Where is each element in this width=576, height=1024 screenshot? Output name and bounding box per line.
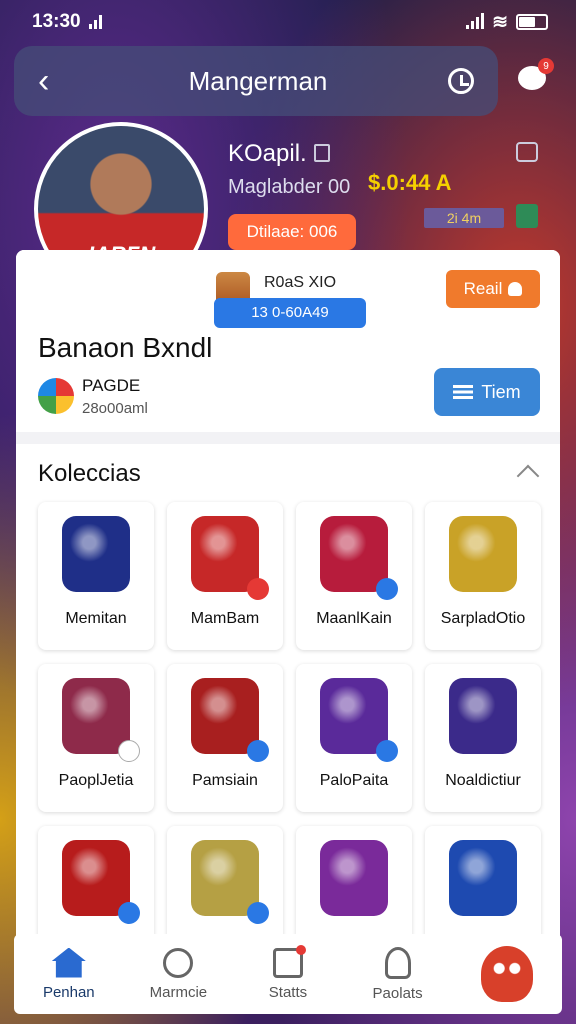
team-logo-icon — [38, 378, 74, 414]
item-label: Memitan — [65, 610, 127, 627]
bottom-nav: Penhan Marmcie Statts Paolats — [14, 934, 562, 1014]
status-time: 13:30 — [32, 11, 81, 32]
nav-label: Penhan — [42, 983, 95, 1001]
item-badge-icon — [118, 740, 140, 762]
collection-item[interactable]: MamBam — [167, 502, 283, 650]
item-label: PaoplJetia — [58, 772, 134, 789]
item-label: SarpladOtio — [440, 610, 526, 627]
cell-signal-icon — [466, 13, 485, 29]
chat-button[interactable]: 9 — [514, 58, 554, 96]
status-pill[interactable]: Dtilaae: 006 — [228, 214, 356, 250]
collection-item[interactable]: Pamsiain — [167, 664, 283, 812]
mini-name: R0aS XIO — [264, 274, 337, 291]
history-icon[interactable] — [448, 68, 474, 94]
nav-item[interactable]: Paolats — [348, 946, 448, 1002]
item-art-icon — [62, 516, 130, 592]
shield-icon[interactable] — [516, 204, 538, 228]
nav-item[interactable]: Statts — [238, 944, 338, 1001]
item-label: PaloPaita — [319, 772, 389, 789]
signal-icon — [88, 15, 102, 29]
collection-item[interactable]: Memitan — [38, 502, 154, 650]
nav-item[interactable]: Marmcie — [128, 947, 228, 1001]
stats-notification-dot — [295, 944, 306, 955]
item-art-icon — [62, 678, 130, 754]
team-button[interactable]: Tiem — [434, 368, 540, 416]
status-bar: 13:30 ≋ — [0, 0, 576, 44]
nav-label: Paolats — [372, 984, 423, 1002]
tag-icon[interactable] — [516, 142, 538, 162]
collection-grid: Memitan MamBam MaanlKain SarpladOtio PaoplJe… — [38, 502, 542, 974]
item-badge-icon — [376, 740, 398, 762]
wifi-icon: ≋ — [492, 11, 508, 33]
mini-chip[interactable]: 13 0-60A49 — [214, 298, 366, 328]
item-art-icon — [320, 516, 388, 592]
collection-panel: Koleccias Memitan MamBam MaanlKain SarpladO… — [16, 444, 560, 974]
collection-item[interactable]: PaloPaita — [296, 664, 412, 812]
item-badge-icon — [376, 578, 398, 600]
item-badge-icon — [118, 902, 140, 924]
chevron-up-icon[interactable] — [516, 464, 540, 488]
back-arrow-icon[interactable]: ‹ — [38, 62, 68, 101]
collection-item[interactable]: SarpladOtio — [425, 502, 541, 650]
display-name: Banaon Bxndl — [38, 332, 213, 363]
header-bar: ‹ Mangerman — [14, 46, 498, 116]
profile-icon — [384, 946, 411, 979]
search-icon — [163, 947, 194, 978]
item-badge-icon — [247, 578, 269, 600]
item-art-icon — [320, 678, 388, 754]
collection-item[interactable]: PaoplJetia — [38, 664, 154, 812]
collection-title: Koleccias — [38, 460, 141, 487]
item-label: Noaldictiur — [445, 772, 521, 789]
balance-value: $.0:44 A — [368, 170, 452, 195]
collection-item[interactable]: Noaldictiur — [425, 664, 541, 812]
nav-item[interactable]: Penhan — [19, 947, 119, 1001]
nav-label: Marmcie — [149, 983, 208, 1001]
stats-icon — [272, 944, 306, 978]
follow-label: Reail — [463, 279, 503, 298]
item-art-icon — [191, 840, 259, 916]
item-art-icon — [449, 678, 517, 754]
item-art-icon — [449, 840, 517, 916]
follow-button[interactable]: Reail — [446, 270, 540, 308]
item-badge-icon — [247, 902, 269, 924]
level-chip: 2i 4m — [424, 208, 504, 228]
page-title: Mangerman — [188, 65, 328, 96]
collection-item[interactable]: MaanlKain — [296, 502, 412, 650]
user-name: KOapil. — [228, 140, 307, 167]
item-label: Pamsiain — [192, 772, 258, 789]
item-art-icon — [62, 840, 130, 916]
nav-label: Statts — [268, 983, 308, 1001]
team-name: PAGDE — [82, 376, 141, 395]
nav-item[interactable] — [457, 946, 557, 1002]
battery-icon — [516, 14, 548, 30]
item-label: MamBam — [190, 610, 260, 627]
user-subtitle: Maglabder 00 — [228, 176, 351, 198]
mascot-icon — [481, 946, 534, 1002]
item-art-icon — [320, 840, 388, 916]
item-art-icon — [191, 516, 259, 592]
notification-badge: 9 — [538, 58, 554, 74]
item-art-icon — [449, 516, 517, 592]
profile-panel: R0aS XIO 13 0-60A49 Reail Banaon Bxndl P… — [16, 250, 560, 432]
item-art-icon — [191, 678, 259, 754]
item-badge-icon — [247, 740, 269, 762]
item-label: MaanlKain — [316, 610, 392, 627]
main-card: R0aS XIO 13 0-60A49 Reail Banaon Bxndl P… — [16, 250, 560, 974]
person-icon — [508, 282, 523, 296]
list-icon — [453, 385, 474, 399]
home-icon — [51, 947, 86, 978]
edit-icon[interactable] — [314, 144, 330, 162]
team-button-label: Tiem — [481, 381, 521, 402]
team-subtitle: 28o00aml — [82, 400, 148, 417]
